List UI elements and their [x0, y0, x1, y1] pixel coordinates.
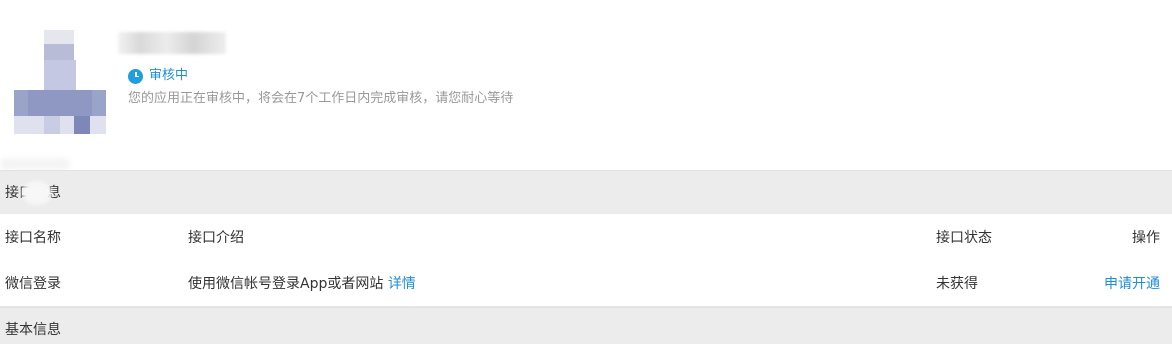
table-row: 微信登录 使用微信帐号登录App或者网站 详情 未获得 申请开通: [0, 261, 1172, 307]
app-icon: [14, 30, 106, 134]
interface-description: 使用微信帐号登录App或者网站 详情: [188, 275, 416, 293]
app-name-redacted: [118, 32, 226, 54]
review-status: 审核中: [128, 67, 188, 85]
apply-button[interactable]: 申请开通: [1104, 275, 1160, 293]
clock-icon: [128, 68, 143, 84]
column-header-action: 操作: [1132, 230, 1160, 246]
table-header-row: 接口名称 接口介绍 接口状态 操作: [0, 215, 1172, 261]
interface-section-header: 接口信息: [0, 170, 1172, 214]
status-description: 您的应用正在审核中，将会在7个工作日内完成审核，请您耐心等待: [128, 91, 514, 106]
interface-name: 微信登录: [5, 276, 61, 292]
app-header: 审核中 您的应用正在审核中，将会在7个工作日内完成审核，请您耐心等待: [0, 0, 1172, 170]
redaction-mark: [0, 158, 70, 170]
app-detail-page: 审核中 您的应用正在审核中，将会在7个工作日内完成审核，请您耐心等待 接口信息 …: [0, 0, 1172, 344]
column-header-description: 接口介绍: [188, 230, 244, 246]
details-link[interactable]: 详情: [388, 276, 416, 292]
interface-status: 未获得: [936, 276, 978, 292]
interface-description-text: 使用微信帐号登录App或者网站: [188, 276, 384, 292]
basic-section-header: 基本信息: [0, 307, 1172, 344]
column-header-status: 接口状态: [936, 230, 992, 246]
status-label: 审核中: [149, 68, 189, 83]
section-title: 基本信息: [5, 322, 61, 338]
redaction-mark: [22, 181, 52, 205]
column-header-name: 接口名称: [5, 230, 61, 246]
